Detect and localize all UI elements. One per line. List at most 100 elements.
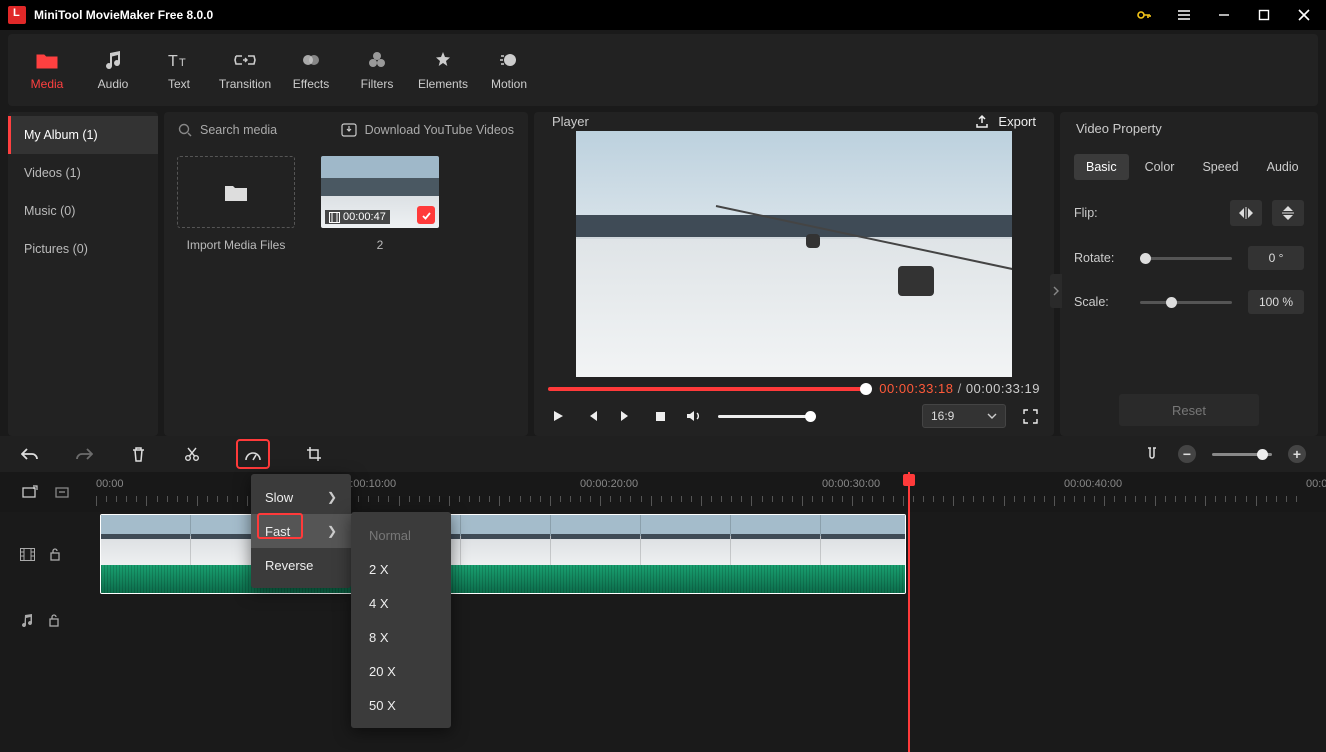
import-media-button[interactable]: Import Media Files: [176, 156, 296, 252]
download-youtube-link[interactable]: Download YouTube Videos: [341, 123, 514, 137]
aspect-ratio-select[interactable]: 16:9: [922, 404, 1006, 428]
speed-menu-fast[interactable]: Fast❯: [251, 514, 351, 548]
scale-slider[interactable]: [1140, 301, 1232, 304]
tool-label: Media: [31, 77, 64, 91]
sidebar-item-pictures[interactable]: Pictures (0): [8, 230, 158, 268]
remove-track-button[interactable]: [52, 482, 72, 502]
sidebar-item-label: Music (0): [24, 204, 75, 218]
film-icon: [20, 548, 35, 561]
media-thumbnail[interactable]: 00:00:47 2: [320, 156, 440, 252]
sidebar-item-videos[interactable]: Videos (1): [8, 154, 158, 192]
maximize-button[interactable]: [1244, 0, 1284, 30]
speed-menu-reverse[interactable]: Reverse: [251, 548, 351, 582]
selected-check-icon: [417, 206, 435, 224]
reset-button[interactable]: Reset: [1119, 394, 1259, 426]
fullscreen-button[interactable]: [1020, 406, 1040, 426]
search-input[interactable]: Search media: [178, 123, 277, 137]
main-toolbar: Media Audio TT Text Transition Effects F…: [8, 34, 1318, 106]
motion-icon: [499, 49, 519, 71]
tool-audio[interactable]: Audio: [80, 34, 146, 106]
ruler-label: 00:00:30:00: [822, 478, 880, 490]
tab-basic[interactable]: Basic: [1074, 154, 1129, 180]
search-icon: [178, 123, 192, 137]
next-frame-button[interactable]: [616, 406, 636, 426]
fast-50x[interactable]: 50 X: [351, 688, 451, 722]
music-icon: [20, 613, 34, 627]
add-track-button[interactable]: [20, 482, 40, 502]
svg-text:T: T: [179, 57, 186, 69]
minimize-button[interactable]: [1204, 0, 1244, 30]
panel-expand-toggle[interactable]: [1050, 274, 1062, 308]
tool-effects[interactable]: Effects: [278, 34, 344, 106]
lock-icon[interactable]: [49, 547, 61, 561]
menu-icon[interactable]: [1164, 0, 1204, 30]
flip-horizontal-button[interactable]: [1230, 200, 1262, 226]
tool-filters[interactable]: Filters: [344, 34, 410, 106]
delete-button[interactable]: [128, 444, 148, 464]
sidebar-item-label: My Album (1): [24, 128, 98, 142]
film-icon: [329, 212, 340, 223]
sidebar-item-myalbum[interactable]: My Album (1): [8, 116, 158, 154]
tool-elements[interactable]: Elements: [410, 34, 476, 106]
close-button[interactable]: [1284, 0, 1324, 30]
tool-motion[interactable]: Motion: [476, 34, 542, 106]
import-label: Import Media Files: [187, 238, 286, 252]
fast-2x[interactable]: 2 X: [351, 552, 451, 586]
tool-label: Elements: [418, 77, 468, 91]
flip-label: Flip:: [1074, 206, 1130, 220]
rotate-slider[interactable]: [1140, 257, 1232, 260]
property-panel: Video Property Basic Color Speed Audio F…: [1060, 112, 1318, 436]
play-button[interactable]: [548, 406, 568, 426]
timecode: 00:00:33:18 / 00:00:33:19: [879, 381, 1040, 396]
fast-8x[interactable]: 8 X: [351, 620, 451, 654]
chevron-down-icon: [987, 413, 997, 419]
tool-transition[interactable]: Transition: [212, 34, 278, 106]
video-preview[interactable]: [576, 131, 1012, 377]
volume-button[interactable]: [684, 406, 704, 426]
redo-button[interactable]: [74, 444, 94, 464]
crop-button[interactable]: [304, 444, 324, 464]
scale-value[interactable]: 100 %: [1248, 290, 1304, 314]
video-clip[interactable]: 2: [100, 514, 906, 594]
timeline-ruler[interactable]: 00:0000:00:10:0000:00:20:0000:00:30:0000…: [0, 472, 1326, 512]
flip-vertical-button[interactable]: [1272, 200, 1304, 226]
fast-normal[interactable]: Normal: [351, 518, 451, 552]
split-button[interactable]: [182, 444, 202, 464]
zoom-out-button[interactable]: −: [1178, 445, 1196, 463]
player-panel: Player Export 00:00:33:18 / 00:00:33:19: [534, 112, 1054, 436]
transition-icon: [234, 49, 256, 71]
speed-button[interactable]: [236, 439, 270, 469]
tab-color[interactable]: Color: [1133, 154, 1187, 180]
search-placeholder: Search media: [200, 123, 277, 137]
property-title: Video Property: [1076, 121, 1162, 136]
snap-toggle[interactable]: [1142, 444, 1162, 464]
timeline: − + 00:0000:00:10:0000:00:20:0000:00:30:…: [0, 436, 1326, 728]
audio-track: [0, 596, 1326, 644]
folder-icon: [36, 49, 58, 71]
zoom-slider[interactable]: [1212, 453, 1272, 456]
duration-badge: 00:00:47: [325, 210, 390, 224]
volume-slider[interactable]: [718, 415, 812, 418]
speed-menu-slow[interactable]: Slow❯: [251, 480, 351, 514]
lock-icon[interactable]: [48, 613, 60, 627]
video-track: 2: [0, 512, 1326, 596]
prev-frame-button[interactable]: [582, 406, 602, 426]
export-button[interactable]: Export: [974, 114, 1036, 130]
rotate-value[interactable]: 0 °: [1248, 246, 1304, 270]
tab-audio[interactable]: Audio: [1255, 154, 1311, 180]
zoom-in-button[interactable]: +: [1288, 445, 1306, 463]
fast-4x[interactable]: 4 X: [351, 586, 451, 620]
rotate-label: Rotate:: [1074, 251, 1130, 265]
aspect-value: 16:9: [931, 409, 954, 423]
sidebar-item-music[interactable]: Music (0): [8, 192, 158, 230]
upgrade-key-icon[interactable]: [1124, 0, 1164, 30]
undo-button[interactable]: [20, 444, 40, 464]
seek-bar[interactable]: [548, 387, 867, 391]
tool-label: Transition: [219, 77, 271, 91]
stop-button[interactable]: [650, 406, 670, 426]
fast-20x[interactable]: 20 X: [351, 654, 451, 688]
tool-media[interactable]: Media: [14, 34, 80, 106]
chevron-right-icon: ❯: [327, 524, 337, 538]
tool-text[interactable]: TT Text: [146, 34, 212, 106]
tab-speed[interactable]: Speed: [1190, 154, 1250, 180]
